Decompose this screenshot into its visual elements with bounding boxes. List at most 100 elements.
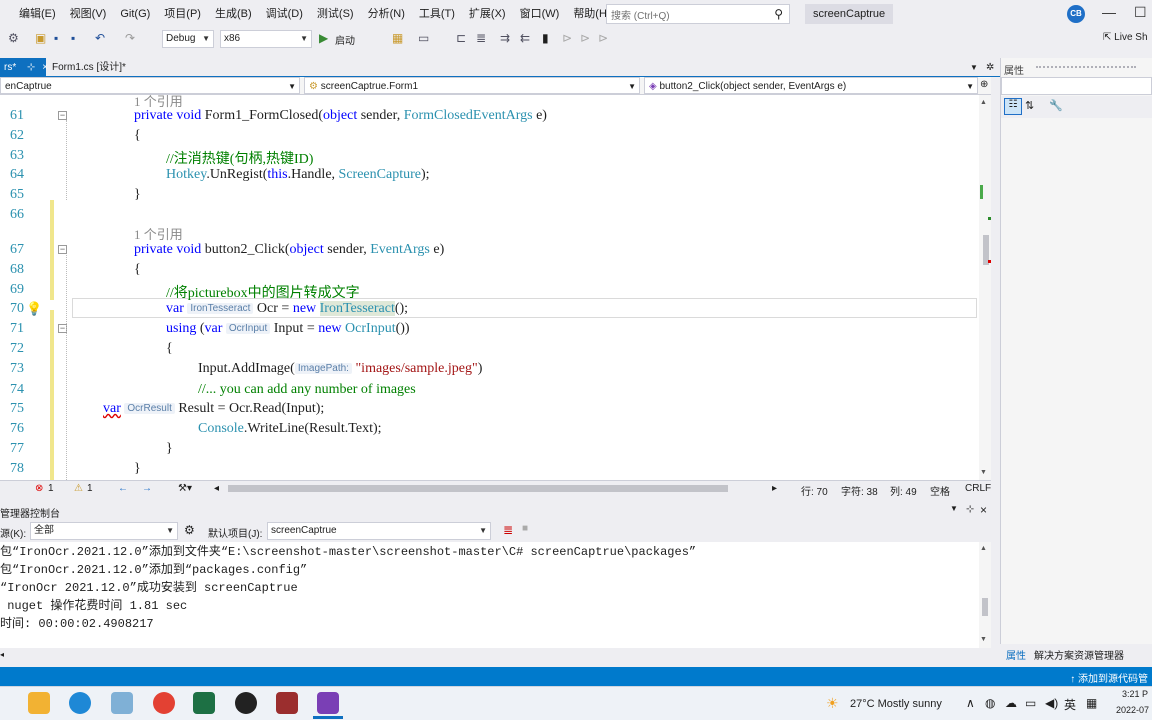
menu-item[interactable]: 调试(D) bbox=[259, 0, 310, 28]
browser-icon[interactable]: ▭ bbox=[418, 31, 429, 45]
warning-count[interactable]: 1 bbox=[87, 483, 93, 494]
pin-icon[interactable]: ⊹ bbox=[966, 504, 974, 515]
menu-item[interactable]: 窗口(W) bbox=[513, 0, 567, 28]
menu-item[interactable]: 视图(V) bbox=[63, 0, 114, 28]
search-icon[interactable]: ⚲ bbox=[774, 7, 783, 21]
redo-icon[interactable]: ↷ bbox=[125, 31, 135, 45]
char-indicator[interactable]: 字符: 38 bbox=[841, 483, 878, 498]
code-line[interactable]: Input.AddImage(ImagePath: "images/sample… bbox=[198, 361, 482, 377]
menu-item[interactable]: 工具(T) bbox=[412, 0, 462, 28]
code-editor[interactable]: − − − 💡 1 个引用 61 private void Form1_FormCl… bbox=[0, 95, 979, 480]
weather-icon[interactable]: ☀ bbox=[826, 695, 839, 712]
cloud-icon[interactable]: ☁ bbox=[1005, 696, 1017, 710]
maximize-icon[interactable]: ☐ bbox=[1134, 4, 1147, 21]
scroll-up-icon[interactable]: ▲ bbox=[980, 99, 987, 106]
collapse-icon[interactable]: − bbox=[58, 245, 67, 254]
visual-studio-icon[interactable] bbox=[317, 692, 339, 714]
scroll-down-icon[interactable]: ▼ bbox=[980, 636, 987, 643]
bookmark-icon[interactable]: ▮ bbox=[542, 31, 549, 45]
col-indicator[interactable]: 列: 49 bbox=[890, 483, 917, 498]
code-line[interactable]: var OcrResult Result = Ocr.Read(Input); bbox=[103, 401, 324, 417]
config-select[interactable]: Debug ▼ bbox=[162, 30, 214, 48]
wrench-icon[interactable]: 🔧 bbox=[1049, 99, 1063, 112]
file-explorer-icon[interactable] bbox=[28, 692, 50, 714]
back-icon[interactable]: ← bbox=[118, 483, 128, 494]
collapse-icon[interactable]: − bbox=[58, 111, 67, 120]
package-source-select[interactable]: 全部 ▼ bbox=[30, 522, 178, 540]
tab-mode-indicator[interactable]: 空格 bbox=[930, 483, 950, 498]
eol-indicator[interactable]: CRLF bbox=[965, 483, 991, 494]
settings-icon[interactable]: ✲ bbox=[982, 58, 998, 77]
scroll-left-icon[interactable]: ◂ bbox=[214, 483, 219, 494]
menu-item[interactable]: 生成(B) bbox=[208, 0, 259, 28]
tab-properties[interactable]: 属性 bbox=[1006, 647, 1026, 662]
monitor-icon[interactable]: ▭ bbox=[1025, 696, 1036, 710]
code-line[interactable]: { bbox=[134, 262, 141, 278]
code-line[interactable]: } bbox=[134, 461, 141, 477]
new-project-icon[interactable]: ⚙ bbox=[8, 31, 19, 45]
source-control-button[interactable]: ↑ 添加到源代码管 bbox=[1070, 670, 1148, 685]
list-icon[interactable]: ≣ bbox=[476, 31, 486, 45]
error-count[interactable]: 1 bbox=[48, 483, 54, 494]
app-tray-icon[interactable]: ▦ bbox=[1086, 696, 1097, 710]
scroll-left-icon[interactable]: ◂ bbox=[0, 650, 4, 659]
object-select[interactable] bbox=[1001, 77, 1152, 95]
menu-item[interactable]: 扩展(X) bbox=[462, 0, 513, 28]
code-line[interactable]: //将picturebox中的图片转成文字 bbox=[166, 282, 360, 302]
code-line[interactable]: var IronTesseract Ocr = new IronTesserac… bbox=[166, 301, 408, 317]
align2-icon[interactable]: ⇇ bbox=[520, 31, 530, 45]
chevron-up-icon[interactable]: ∧ bbox=[966, 696, 975, 710]
clock-date[interactable]: 2022-07 bbox=[1116, 705, 1149, 715]
menu-item[interactable]: 分析(N) bbox=[361, 0, 412, 28]
code-line[interactable]: using (var OcrInput Input = new OcrInput… bbox=[166, 321, 410, 337]
chrome-icon[interactable] bbox=[153, 692, 175, 714]
start-label[interactable]: 启动 bbox=[335, 32, 355, 47]
align-icon[interactable]: ⇉ bbox=[500, 31, 510, 45]
menu-item[interactable]: 项目(P) bbox=[157, 0, 208, 28]
drag-grip[interactable] bbox=[1036, 66, 1136, 71]
archive-icon[interactable] bbox=[276, 692, 298, 714]
ime-indicator[interactable]: 英 bbox=[1064, 696, 1076, 713]
app-icon[interactable] bbox=[111, 692, 133, 714]
horizontal-scroll-thumb[interactable] bbox=[228, 485, 728, 492]
warning-icon[interactable]: ⚠ bbox=[74, 483, 83, 494]
pin-icon[interactable]: ⊹ bbox=[27, 62, 35, 73]
tab-main-cs[interactable]: rs* ⊹ × bbox=[0, 58, 48, 77]
code-line[interactable]: { bbox=[134, 128, 141, 144]
save-icon[interactable]: ▪ bbox=[54, 31, 58, 45]
minimize-icon[interactable]: — bbox=[1102, 4, 1116, 20]
code-line[interactable]: //注消热键(句柄,热键ID) bbox=[166, 148, 313, 168]
code-line[interactable]: } bbox=[134, 187, 141, 203]
code-line[interactable]: private void Form1_FormClosed(object sen… bbox=[134, 108, 547, 124]
scroll-thumb[interactable] bbox=[982, 598, 988, 616]
network-icon[interactable]: ◍ bbox=[985, 696, 995, 710]
tab-solution-explorer[interactable]: 解决方案资源管理器 bbox=[1034, 647, 1124, 662]
excel-icon[interactable] bbox=[193, 692, 215, 714]
code-line[interactable]: { bbox=[166, 341, 173, 357]
menu-item[interactable]: 测试(S) bbox=[310, 0, 361, 28]
hierarchy-icon[interactable]: ⊏ bbox=[456, 31, 466, 45]
split-icon[interactable]: ⊕ bbox=[980, 79, 988, 90]
start-icon[interactable]: ▶ bbox=[319, 31, 328, 45]
live-share-button[interactable]: ⇱ Live Sh bbox=[1103, 32, 1148, 43]
platform-select[interactable]: x86 ▼ bbox=[220, 30, 312, 48]
code-line[interactable]: Hotkey.UnRegist(this.Handle, ScreenCaptu… bbox=[166, 167, 430, 183]
clock-time[interactable]: 3:21 P bbox=[1122, 689, 1148, 699]
stop-icon[interactable]: ■ bbox=[522, 523, 528, 534]
code-line[interactable]: //... you can add any number of images bbox=[198, 382, 416, 398]
alphabetical-icon[interactable]: ⇅ bbox=[1025, 99, 1034, 112]
avatar[interactable]: CB bbox=[1067, 5, 1085, 23]
scroll-right-icon[interactable]: ▸ bbox=[772, 483, 777, 494]
search-input[interactable]: 搜索 (Ctrl+Q) ⚲ bbox=[606, 4, 790, 24]
categorized-icon[interactable]: ☷ bbox=[1004, 98, 1022, 115]
package-manager-console[interactable]: 包“IronOcr.2021.12.0”添加到文件夹“E:\screenshot… bbox=[0, 542, 979, 648]
tab-overflow-icon[interactable]: ▼ bbox=[966, 58, 982, 77]
project-dropdown[interactable]: enCaptrue ▼ bbox=[0, 77, 300, 94]
code-line[interactable]: 1 个引用 bbox=[134, 224, 183, 243]
edge-icon[interactable] bbox=[69, 692, 91, 714]
console-scrollbar[interactable]: ▲ ▼ bbox=[979, 542, 991, 648]
scroll-down-icon[interactable]: ▼ bbox=[980, 469, 987, 476]
error-icon[interactable]: ⊗ bbox=[35, 483, 43, 494]
save-all-icon[interactable]: ▪ bbox=[71, 31, 75, 45]
default-project-select[interactable]: screenCaptrue ▼ bbox=[267, 522, 491, 540]
